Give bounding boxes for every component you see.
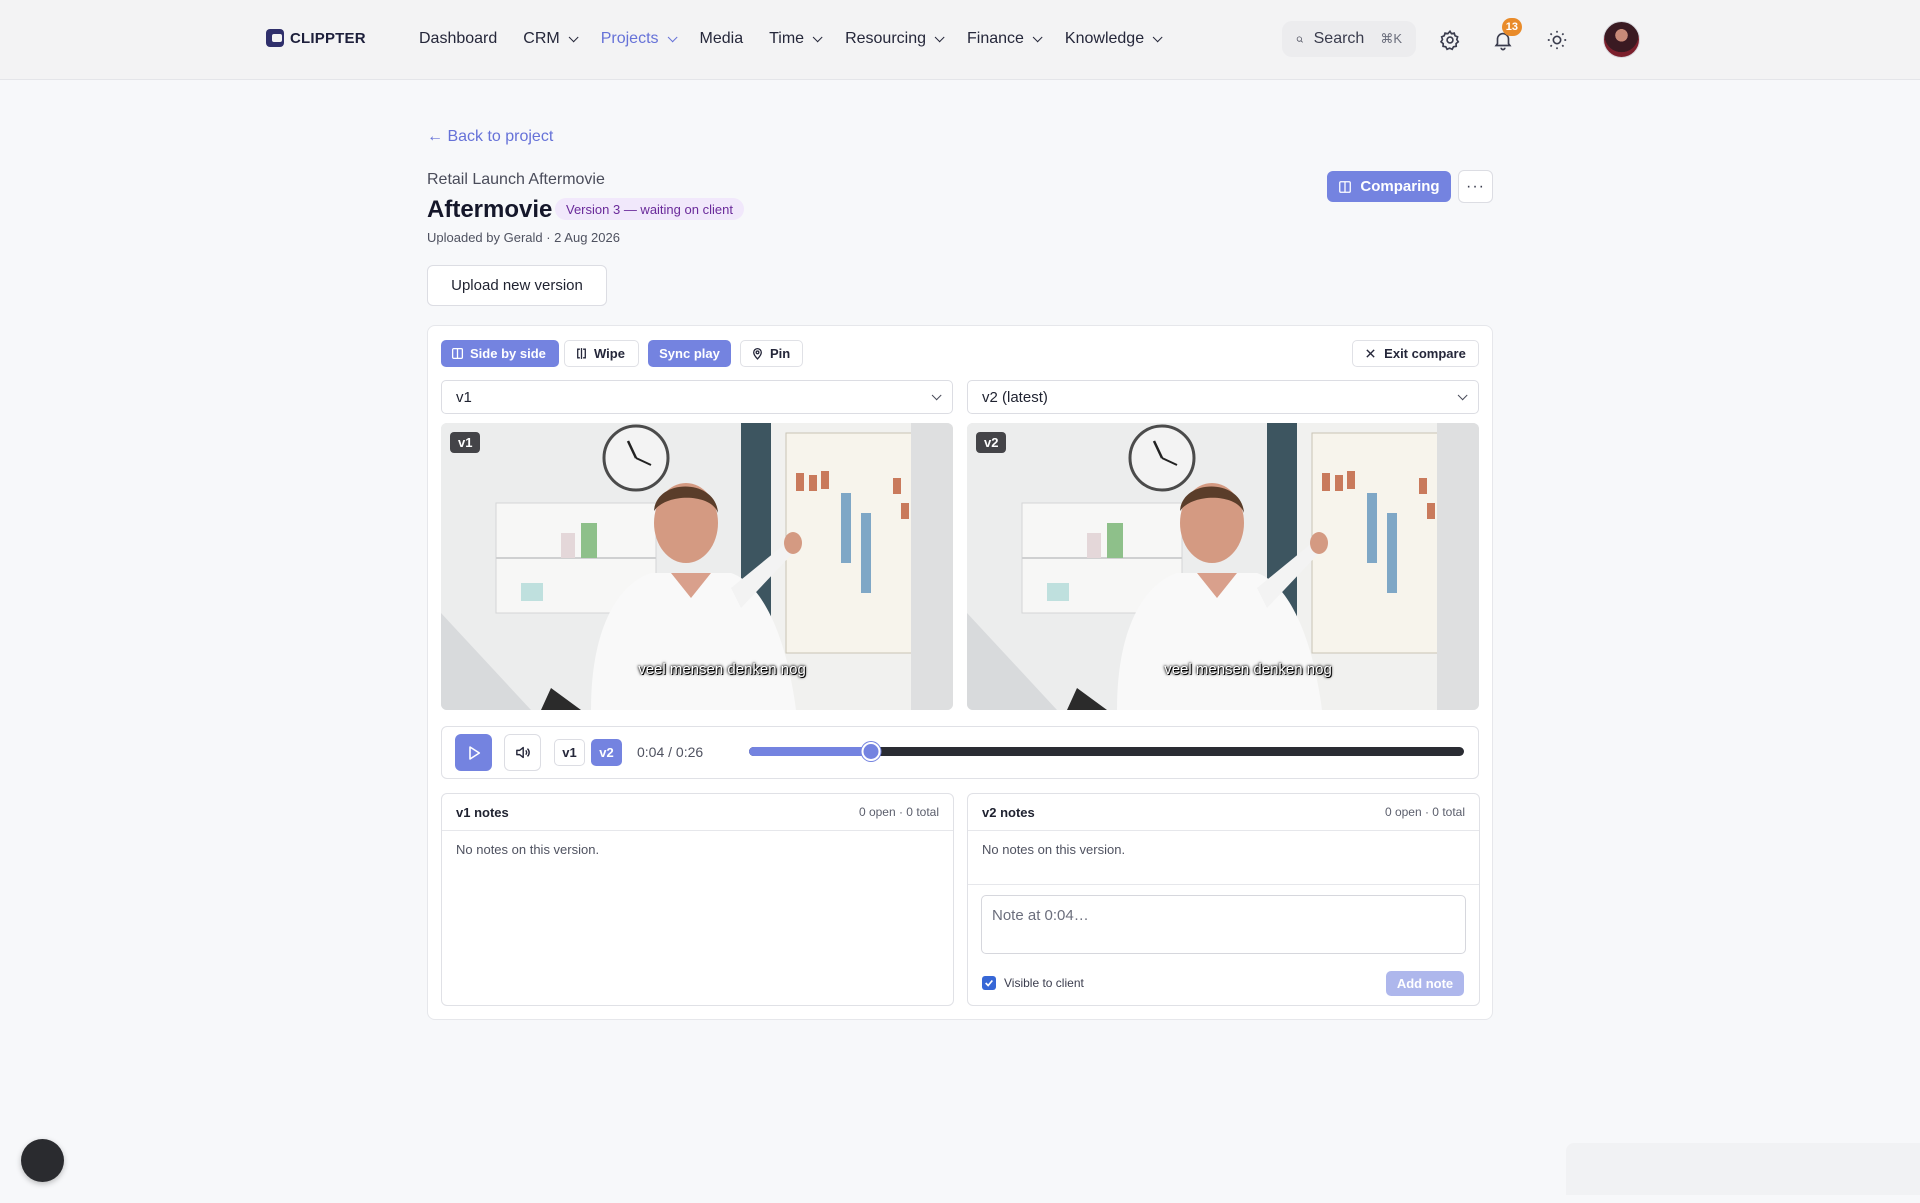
v2-notes-panel: v2 notes 0 open · 0 total No notes on th… bbox=[967, 793, 1480, 1006]
upload-new-version-button[interactable]: Upload new version bbox=[427, 265, 607, 306]
v2-notes-empty-state: No notes on this version. bbox=[982, 842, 1126, 857]
sun-icon bbox=[1547, 30, 1567, 50]
v2-notes-count: 0 open · 0 total bbox=[1384, 805, 1465, 819]
app-logo[interactable]: CLIPPTER bbox=[266, 29, 366, 47]
comparing-label: Comparing bbox=[1360, 178, 1440, 195]
left-version-select[interactable]: v1 bbox=[441, 380, 953, 414]
nav-item-resourcing[interactable]: Resourcing bbox=[845, 30, 945, 48]
back-to-project-link[interactable]: ← Back to project bbox=[427, 128, 553, 146]
main-nav: Dashboard CRM Projects Media Time Resour… bbox=[419, 0, 1163, 78]
columns-icon bbox=[1339, 180, 1352, 193]
volume-icon bbox=[516, 746, 530, 759]
chevron-down-icon bbox=[934, 31, 945, 42]
chevron-down-icon bbox=[1032, 31, 1043, 42]
note-input[interactable] bbox=[981, 895, 1466, 954]
nav-item-projects[interactable]: Projects bbox=[601, 30, 678, 48]
right-video-subtitle: veel mensen denken nog bbox=[1164, 661, 1332, 678]
chevron-down-icon bbox=[812, 31, 823, 42]
chevron-down-icon bbox=[667, 31, 678, 42]
chevron-down-icon bbox=[568, 31, 579, 42]
scrubber-handle[interactable] bbox=[861, 742, 881, 761]
comparing-button[interactable]: Comparing bbox=[1327, 171, 1451, 202]
nav-item-crm[interactable]: CRM bbox=[523, 30, 579, 48]
clippter-logo-icon bbox=[266, 29, 284, 47]
nav-item-media[interactable]: Media bbox=[700, 30, 744, 48]
chevron-down-icon bbox=[1457, 389, 1468, 400]
corner-panel bbox=[1566, 1143, 1920, 1195]
nav-item-time[interactable]: Time bbox=[769, 30, 823, 48]
project-name: Retail Launch Aftermovie bbox=[427, 171, 605, 188]
play-button[interactable] bbox=[455, 734, 492, 771]
search-icon bbox=[1296, 35, 1303, 43]
top-navigation-bar: CLIPPTER Dashboard CRM Projects Media Ti… bbox=[0, 0, 1920, 80]
map-pin-icon bbox=[753, 347, 762, 360]
more-options-button[interactable]: ··· bbox=[1458, 170, 1493, 203]
settings-button[interactable] bbox=[1431, 21, 1469, 59]
visible-to-client-checkbox[interactable] bbox=[982, 976, 996, 990]
v1-notes-count: 0 open · 0 total bbox=[858, 805, 939, 819]
right-video-player[interactable]: v2 veel mensen denken nog bbox=[967, 423, 1479, 710]
v1-notes-title: v1 notes bbox=[456, 804, 509, 820]
page-title: Aftermovie bbox=[427, 196, 553, 223]
playback-timecode: 0:04 / 0:26 bbox=[637, 744, 704, 760]
upload-meta: Uploaded by Gerald · 2 Aug 2026 bbox=[427, 230, 620, 245]
check-icon bbox=[985, 979, 993, 987]
columns-icon bbox=[451, 347, 464, 360]
theme-toggle-button[interactable] bbox=[1538, 21, 1576, 59]
v1-notes-header: v1 notes 0 open · 0 total bbox=[442, 794, 953, 831]
add-note-button[interactable]: Add note bbox=[1386, 971, 1464, 996]
volume-button[interactable] bbox=[504, 734, 541, 771]
notification-count-badge: 13 bbox=[1501, 18, 1522, 36]
playback-scrubber[interactable] bbox=[749, 742, 1464, 761]
side-by-side-button[interactable]: Side by side bbox=[441, 340, 559, 367]
left-version-value: v1 bbox=[456, 388, 472, 406]
sync-play-button[interactable]: Sync play bbox=[648, 340, 731, 367]
user-avatar[interactable] bbox=[1603, 21, 1640, 58]
exit-compare-button[interactable]: Exit compare bbox=[1352, 340, 1479, 367]
search-label: Search bbox=[1313, 30, 1365, 47]
wipe-icon bbox=[577, 348, 586, 359]
app-logo-text: CLIPPTER bbox=[290, 29, 366, 47]
left-video-subtitle: veel mensen denken nog bbox=[638, 661, 806, 678]
nav-item-dashboard[interactable]: Dashboard bbox=[419, 30, 497, 48]
chevron-down-icon bbox=[1152, 31, 1163, 42]
right-version-select[interactable]: v2 (latest) bbox=[967, 380, 1479, 414]
left-video-version-tag: v1 bbox=[450, 432, 481, 453]
v1-notes-panel: v1 notes 0 open · 0 total No notes on th… bbox=[441, 793, 954, 1006]
close-icon bbox=[1366, 349, 1375, 358]
more-icon: ··· bbox=[1466, 177, 1485, 195]
right-video-version-tag: v2 bbox=[976, 432, 1007, 453]
v2-notes-header: v2 notes 0 open · 0 total bbox=[968, 794, 1479, 831]
visible-to-client-label: Visible to client bbox=[1004, 976, 1084, 990]
play-icon bbox=[468, 745, 480, 760]
chevron-down-icon bbox=[931, 389, 942, 400]
visible-to-client-row: Visible to client bbox=[982, 976, 1084, 990]
nav-item-knowledge[interactable]: Knowledge bbox=[1065, 30, 1163, 48]
audio-source-v2-button[interactable]: v2 bbox=[591, 739, 622, 766]
gear-icon bbox=[1439, 29, 1460, 51]
notifications-button[interactable]: 13 bbox=[1484, 18, 1522, 59]
right-version-value: v2 (latest) bbox=[982, 388, 1048, 406]
scrubber-progress bbox=[749, 747, 871, 756]
search-shortcut: ⌘K bbox=[1380, 31, 1402, 46]
version-status-badge: Version 3 — waiting on client bbox=[555, 198, 744, 220]
v2-notes-title: v2 notes bbox=[982, 804, 1035, 820]
support-chat-button[interactable] bbox=[21, 1139, 64, 1182]
left-video-player[interactable]: v1 veel mensen denken nog bbox=[441, 423, 953, 710]
wipe-button[interactable]: Wipe bbox=[564, 340, 639, 367]
global-search-button[interactable]: Search ⌘K bbox=[1282, 21, 1416, 57]
nav-item-finance[interactable]: Finance bbox=[967, 30, 1043, 48]
pin-button[interactable]: Pin bbox=[740, 340, 803, 367]
v1-notes-empty-state: No notes on this version. bbox=[456, 842, 600, 857]
audio-source-v1-button[interactable]: v1 bbox=[554, 739, 585, 766]
notes-divider bbox=[968, 884, 1479, 885]
